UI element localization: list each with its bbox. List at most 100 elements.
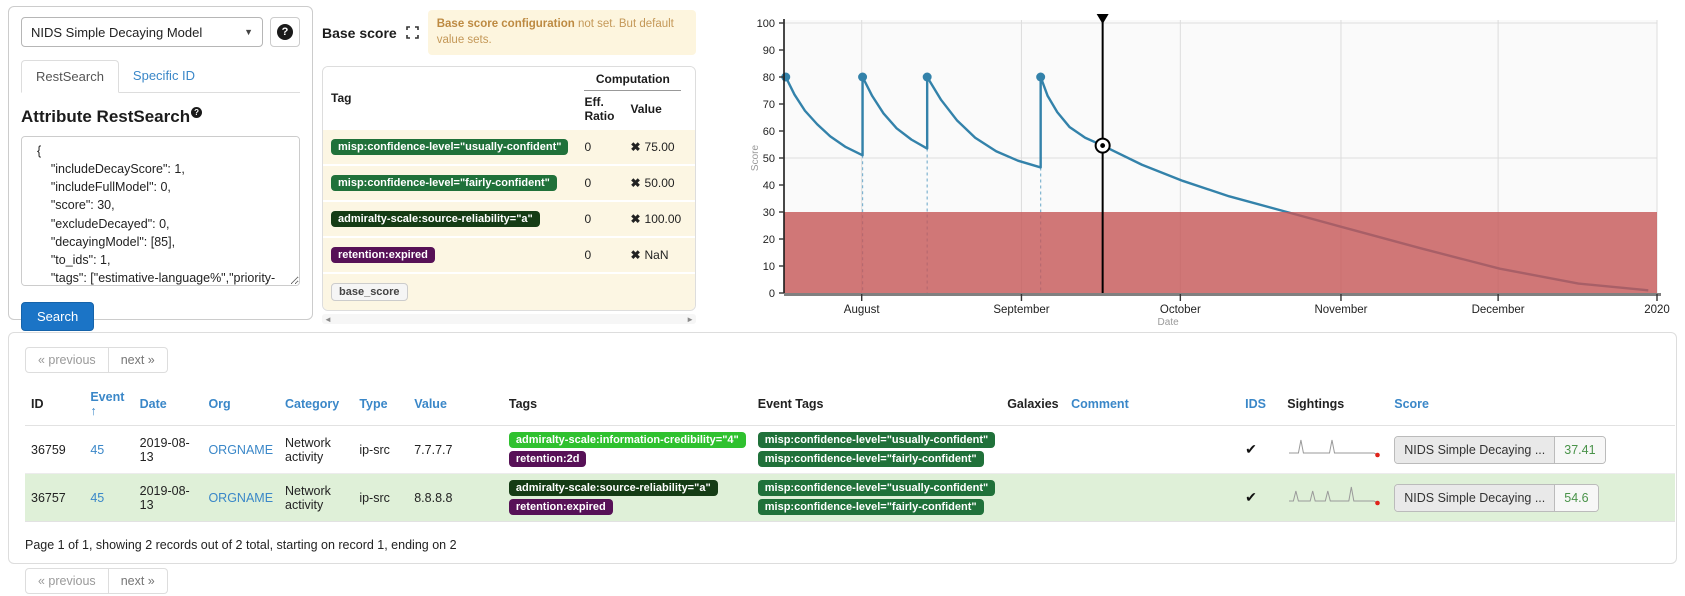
event-tag-badge[interactable]: misp:confidence-level="fairly-confident" — [758, 499, 984, 515]
event-link[interactable]: 45 — [90, 443, 104, 457]
event-tag-badge[interactable]: misp:confidence-level="usually-confident… — [758, 432, 995, 448]
table-row: 36759 45 2019-08-13 ORGNAME Network acti… — [25, 426, 1675, 474]
ids-checkmark-icon: ✔ — [1245, 441, 1257, 457]
decay-score-value: 37.41 — [1555, 437, 1604, 463]
next-page-button[interactable]: next » — [109, 568, 168, 594]
col-id: ID — [25, 383, 84, 426]
col-comment-sort[interactable]: Comment — [1065, 383, 1239, 426]
svg-text:30: 30 — [763, 207, 775, 219]
decaying-model-name[interactable]: NIDS Simple Decaying ... — [1395, 437, 1555, 463]
svg-text:100: 100 — [757, 18, 775, 30]
col-category-sort[interactable]: Category — [279, 383, 353, 426]
svg-text:October: October — [1160, 304, 1201, 316]
score-widget: NIDS Simple Decaying ... 37.41 — [1394, 436, 1605, 464]
search-button[interactable]: Search — [21, 302, 94, 331]
col-value-sort[interactable]: Value — [408, 383, 503, 426]
event-link[interactable]: 45 — [90, 491, 104, 505]
galaxies-cell — [1001, 474, 1065, 522]
tag-badge[interactable]: admiralty-scale:source-reliability="a" — [331, 211, 540, 227]
event-tag-badge[interactable]: misp:confidence-level="usually-confident… — [758, 480, 995, 496]
tab-restsearch[interactable]: RestSearch — [21, 60, 119, 93]
table-row: 36757 45 2019-08-13 ORGNAME Network acti… — [25, 474, 1675, 522]
col-event-sort[interactable]: Event ↑ — [84, 383, 133, 426]
multiply-icon: ✖ — [630, 140, 640, 154]
previous-page-button[interactable]: « previous — [25, 568, 109, 594]
attributes-results-panel: « previous next » ID Event ↑ Date Org Ca… — [8, 332, 1677, 564]
horizontal-scrollbar[interactable]: ◄► — [322, 314, 696, 324]
col-value: Value — [622, 93, 689, 129]
sightings-sparkline — [1287, 497, 1382, 511]
event-tag-badge[interactable]: misp:confidence-level="fairly-confident" — [758, 451, 984, 467]
decaying-model-tool-page: NIDS Simple Decaying Model ▼ ? RestSearc… — [0, 0, 1685, 596]
tag-badge[interactable]: retention:2d — [509, 451, 587, 467]
col-ids-sort[interactable]: IDS — [1239, 383, 1281, 426]
scroll-right-icon: ► — [686, 315, 694, 324]
model-select[interactable]: NIDS Simple Decaying Model ▼ — [21, 17, 263, 47]
svg-text:50: 50 — [763, 153, 775, 165]
svg-text:20: 20 — [763, 234, 775, 246]
multiply-icon: ✖ — [630, 176, 640, 190]
tab-specific-id[interactable]: Specific ID — [119, 60, 209, 92]
base-score-title: Base score — [322, 25, 397, 41]
base-score-config-warning: Base score configuration not set. But de… — [428, 10, 696, 55]
base-score-row: retention:expired 0 ✖NaN 0 — [323, 237, 696, 273]
tag-badge[interactable]: admiralty-scale:information-credibility=… — [509, 432, 746, 448]
previous-page-button[interactable]: « previous — [25, 347, 109, 373]
tag-badge[interactable]: retention:expired — [509, 499, 613, 515]
svg-text:November: November — [1314, 304, 1367, 316]
svg-text:Score: Score — [750, 145, 761, 172]
col-galaxies: Galaxies — [1001, 383, 1065, 426]
help-button[interactable]: ? — [270, 17, 300, 47]
col-eff-ratio: Eff. Ratio — [576, 93, 622, 129]
svg-text:10: 10 — [763, 261, 775, 273]
col-tags: Tags — [503, 383, 752, 426]
tag-badge[interactable]: misp:confidence-level="usually-confident… — [331, 139, 568, 155]
col-type-sort[interactable]: Type — [353, 383, 408, 426]
tag-badge[interactable]: misp:confidence-level="fairly-confident" — [331, 175, 557, 191]
question-icon: ? — [191, 107, 202, 118]
svg-text:40: 40 — [763, 180, 775, 192]
base-score-row: misp:confidence-level="fairly-confident"… — [323, 165, 696, 201]
restsearch-query-input[interactable] — [21, 136, 300, 286]
decay-score-chart[interactable]: 0102030405060708090100AugustSeptemberOct… — [700, 0, 1685, 330]
col-sightings: Sightings — [1281, 383, 1388, 426]
multiply-icon: ✖ — [630, 212, 640, 226]
svg-text:Date: Date — [1158, 317, 1180, 328]
org-link[interactable]: ORGNAME — [208, 443, 273, 457]
base-score-row: admiralty-scale:source-reliability="a" 0… — [323, 201, 696, 237]
pagination-bottom: « previous next » — [25, 568, 168, 594]
model-select-value: NIDS Simple Decaying Model — [31, 25, 202, 40]
base-score-badge: base_score — [331, 283, 408, 301]
svg-text:September: September — [993, 304, 1049, 316]
col-org-sort[interactable]: Org — [202, 383, 279, 426]
galaxies-cell — [1001, 426, 1065, 474]
comment-cell — [1065, 426, 1239, 474]
svg-text:60: 60 — [763, 126, 775, 138]
col-event-tags: Event Tags — [752, 383, 1001, 426]
expand-icon[interactable] — [406, 26, 419, 39]
tag-badge[interactable]: admiralty-scale:source-reliability="a" — [509, 480, 718, 496]
next-page-button[interactable]: next » — [109, 347, 168, 373]
col-date-sort[interactable]: Date — [134, 383, 203, 426]
svg-text:2020: 2020 — [1644, 304, 1670, 316]
search-panel: NIDS Simple Decaying Model ▼ ? RestSearc… — [8, 6, 313, 320]
svg-text:0: 0 — [769, 288, 775, 300]
svg-text:70: 70 — [763, 99, 775, 111]
svg-text:December: December — [1472, 304, 1525, 316]
search-tabs: RestSearch Specific ID — [21, 60, 300, 93]
base-score-row: misp:confidence-level="usually-confident… — [323, 129, 696, 165]
chevron-down-icon: ▼ — [244, 27, 253, 37]
decay-score-value: 54.6 — [1555, 485, 1597, 511]
col-score-sort[interactable]: Score — [1388, 383, 1675, 426]
tag-badge[interactable]: retention:expired — [331, 247, 435, 263]
col-tag: Tag — [323, 67, 576, 129]
multiply-icon: ✖ — [630, 248, 640, 262]
svg-text:August: August — [844, 304, 881, 316]
ids-checkmark-icon: ✔ — [1245, 489, 1257, 505]
col-result: Result — [689, 67, 696, 129]
base-score-table: Tag Computation Result Eff. Ratio Value … — [322, 66, 696, 311]
svg-text:90: 90 — [763, 45, 775, 57]
attributes-table: ID Event ↑ Date Org Category Type Value … — [25, 383, 1675, 522]
decaying-model-name[interactable]: NIDS Simple Decaying ... — [1395, 485, 1555, 511]
org-link[interactable]: ORGNAME — [208, 491, 273, 505]
